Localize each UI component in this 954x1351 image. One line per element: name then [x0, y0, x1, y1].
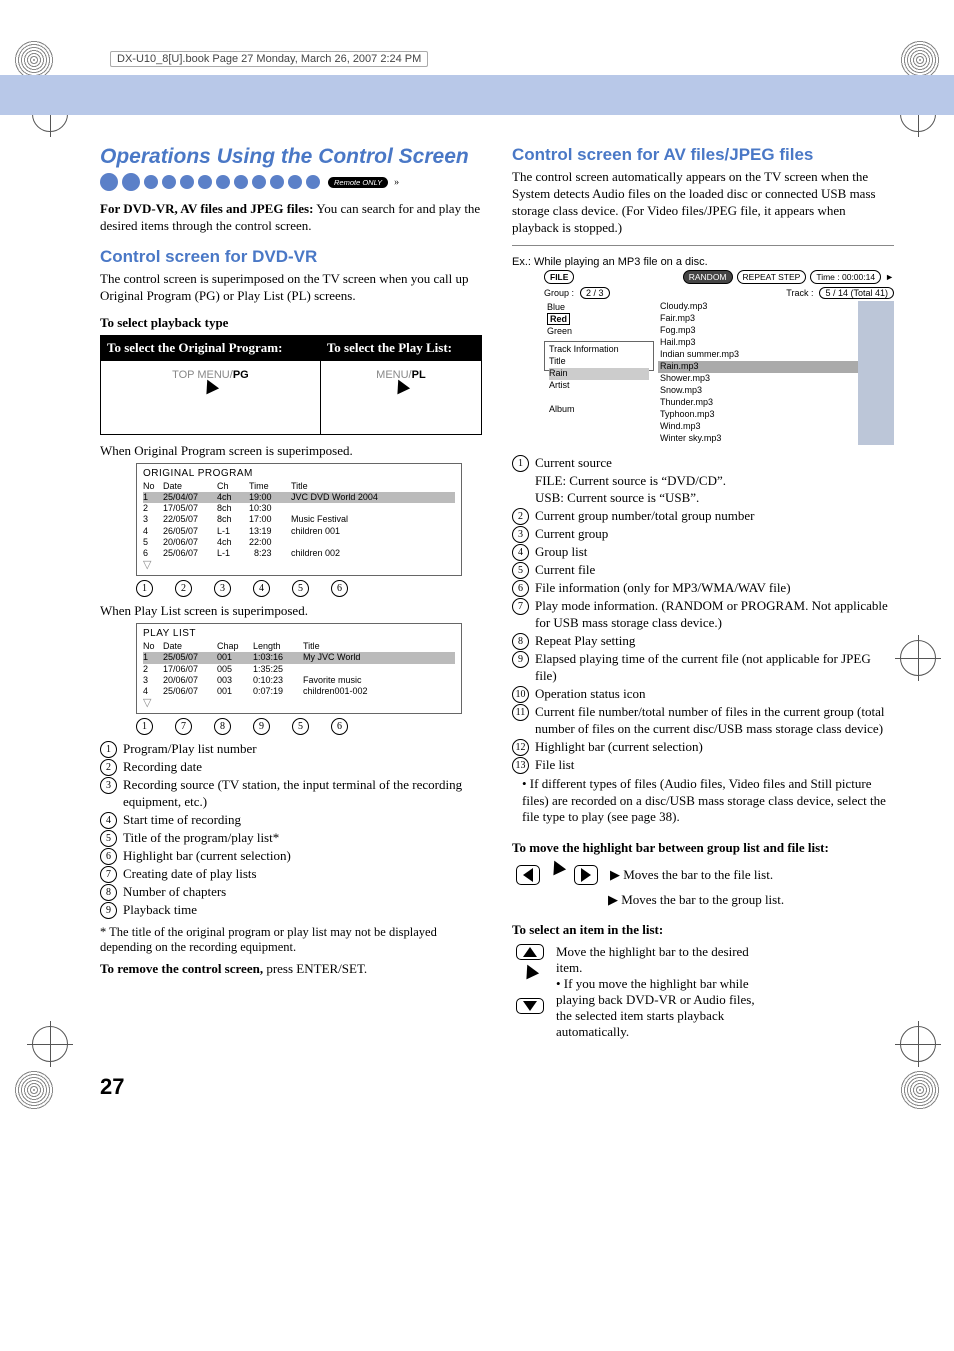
remove-line: To remove the control screen, press ENTE…	[100, 961, 482, 978]
heading-dots: Remote ONLY »	[100, 173, 482, 191]
sub-playback-type: To select playback type	[100, 315, 482, 331]
left-right-keys	[516, 862, 598, 888]
move-file-text: Moves the bar to the file list.	[623, 867, 773, 882]
move-group-text: Moves the bar to the group list.	[621, 892, 784, 907]
bullet-note: • If different types of files (Audio fil…	[522, 776, 894, 827]
select-th-playlist: To select the Play List:	[320, 335, 481, 360]
remote-sound-icon: »	[394, 177, 399, 188]
remote-only-badge: Remote ONLY	[328, 177, 388, 188]
random-indicator: RANDOM	[683, 270, 733, 284]
osd-play-list: PLAY LIST No Date Chap Length Title 125/…	[136, 623, 462, 714]
move-heading: To move the highlight bar between group …	[512, 840, 894, 856]
legend-avfiles: 1Current sourceFILE: Current source is “…	[512, 455, 894, 774]
cursor-icon	[388, 381, 414, 407]
file-list: Cloudy.mp3Fair.mp3Fog.mp3Hail.mp3Indian …	[658, 301, 894, 445]
repeat-indicator: REPEAT STEP	[737, 270, 807, 284]
time-indicator: Time : 00:00:14	[810, 270, 881, 284]
av-screen: FILE RANDOM REPEAT STEP Time : 00:00:14 …	[544, 270, 894, 445]
cursor-icon	[544, 862, 570, 888]
callout-row-1: 123456	[136, 580, 482, 597]
group-list: BlueRedGreen	[544, 301, 654, 337]
book-tag: DX-U10_8[U].book Page 27 Monday, March 2…	[110, 51, 428, 67]
track-info-block: Track Information TitleRainArtistAlbum	[544, 341, 654, 371]
page-title: Operations Using the Control Screen	[100, 145, 482, 169]
cursor-icon	[197, 381, 223, 407]
section-avfiles: Control screen for AV files/JPEG files	[512, 145, 894, 165]
section-dvdvr: Control screen for DVD-VR	[100, 247, 482, 267]
select-heading: To select an item in the list:	[512, 922, 894, 938]
footnote: * The title of the original program or p…	[100, 925, 482, 955]
group-indicator: 2 / 3	[580, 287, 610, 299]
file-indicator: FILE	[544, 270, 574, 284]
section-dvdvr-body: The control screen is superimposed on th…	[100, 271, 482, 305]
osd-original-program: ORIGINAL PROGRAM No Date Ch Time Title 1…	[136, 463, 462, 577]
caption-original: When Original Program screen is superimp…	[100, 443, 482, 459]
select-body-1: Move the highlight bar to the desired it…	[556, 944, 749, 975]
play-icon: ►	[885, 272, 894, 282]
section-avfiles-body: The control screen automatically appears…	[512, 169, 894, 237]
header-band	[0, 75, 954, 115]
track-indicator: 5 / 14 (Total 41)	[819, 287, 894, 299]
select-body-2: • If you move the highlight bar while pl…	[556, 976, 755, 1039]
cursor-icon	[517, 966, 543, 992]
up-down-keys	[516, 944, 544, 1014]
scroll-down-icon: ▽	[143, 697, 455, 711]
caption-playlist: When Play List screen is superimposed.	[100, 603, 482, 619]
intro-text: For DVD-VR, AV files and JPEG files: You…	[100, 201, 482, 235]
example-label: Ex.: While playing an MP3 file on a disc…	[512, 256, 894, 268]
legend-dvdvr: 1Program/Play list number2Recording date…	[100, 741, 482, 919]
select-td-original: TOP MENU/PG	[101, 360, 321, 434]
callout-row-2: 178956	[136, 718, 482, 735]
select-th-original: To select the Original Program:	[101, 335, 321, 360]
page-number: 27	[100, 1074, 894, 1100]
select-table: To select the Original Program: To selec…	[100, 335, 482, 435]
select-td-playlist: MENU/PL	[320, 360, 481, 434]
scroll-down-icon: ▽	[143, 559, 455, 573]
